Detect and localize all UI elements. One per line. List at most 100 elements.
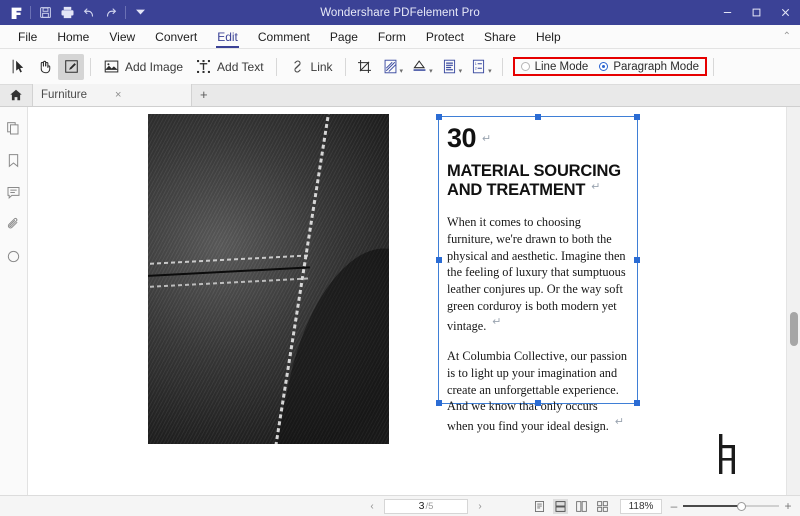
vertical-scrollbar[interactable] bbox=[786, 107, 800, 495]
line-mode-radio[interactable] bbox=[521, 62, 530, 71]
hand-tool-button[interactable] bbox=[32, 54, 58, 80]
add-image-button[interactable]: Add Image bbox=[97, 54, 189, 80]
ribbon-divider-4 bbox=[502, 58, 503, 76]
paragraph-mark-4: ↵ bbox=[615, 416, 624, 428]
qat-divider-2 bbox=[125, 6, 126, 19]
ribbon-divider-1 bbox=[90, 58, 91, 76]
document-paragraph-2[interactable]: At Columbia Collective, our passion is t… bbox=[439, 348, 637, 435]
document-tab-label: Furniture bbox=[41, 89, 87, 101]
add-text-button[interactable]: Add Text bbox=[189, 54, 269, 80]
chapter-number[interactable]: 30↵ bbox=[439, 117, 637, 152]
ribbon-divider-5 bbox=[713, 58, 714, 76]
menu-item-comment[interactable]: Comment bbox=[248, 25, 320, 49]
two-page-view-icon[interactable] bbox=[574, 499, 589, 514]
print-icon[interactable] bbox=[56, 2, 78, 23]
document-tab-furniture[interactable]: Furniture × bbox=[32, 84, 192, 106]
pdf-page[interactable]: 30↵ MATERIAL SOURCING AND TREATMENT↵ Whe… bbox=[71, 107, 771, 495]
maximize-button[interactable] bbox=[742, 0, 771, 25]
collapse-ribbon-icon[interactable]: ⌃ bbox=[783, 31, 791, 42]
link-button[interactable]: Link bbox=[283, 54, 339, 80]
stamp-panel-icon[interactable] bbox=[5, 247, 23, 265]
bookmark-panel-icon[interactable] bbox=[5, 151, 23, 169]
header-footer-icon bbox=[441, 58, 458, 75]
app-logo-icon bbox=[5, 2, 27, 23]
resize-handle-top-middle[interactable] bbox=[535, 114, 541, 120]
workspace: 30↵ MATERIAL SOURCING AND TREATMENT↵ Whe… bbox=[0, 107, 800, 495]
selected-text-block[interactable]: 30↵ MATERIAL SOURCING AND TREATMENT↵ Whe… bbox=[438, 116, 638, 404]
document-view-area[interactable]: 30↵ MATERIAL SOURCING AND TREATMENT↵ Whe… bbox=[28, 107, 800, 495]
document-paragraph-1[interactable]: When it comes to choosing furniture, we'… bbox=[439, 214, 637, 334]
bates-numbering-button[interactable]: 1 2 ▾ bbox=[466, 54, 496, 80]
menu-item-help[interactable]: Help bbox=[526, 25, 571, 49]
resize-handle-middle-left[interactable] bbox=[436, 257, 442, 263]
resize-handle-top-left[interactable] bbox=[436, 114, 442, 120]
chapter-number-value: 30 bbox=[447, 123, 476, 153]
resize-handle-top-right[interactable] bbox=[634, 114, 640, 120]
zoom-slider-knob[interactable] bbox=[737, 502, 746, 511]
page-number-input[interactable]: 3 /5 bbox=[384, 499, 468, 514]
watermark-button[interactable]: ▾ bbox=[407, 54, 437, 80]
left-panel-rail bbox=[0, 107, 28, 495]
menu-item-view[interactable]: View bbox=[99, 25, 145, 49]
edit-tool-button[interactable] bbox=[58, 54, 84, 80]
photo-stitch-horizontal-top bbox=[148, 255, 309, 266]
menu-item-share[interactable]: Share bbox=[474, 25, 526, 49]
resize-handle-bottom-middle[interactable] bbox=[535, 400, 541, 406]
add-text-label: Add Text bbox=[217, 60, 263, 74]
thumbnail-grid-view-icon[interactable] bbox=[595, 499, 610, 514]
previous-page-button[interactable]: ‹ bbox=[366, 501, 378, 512]
zoom-slider[interactable] bbox=[683, 501, 779, 512]
select-tool-button[interactable] bbox=[6, 54, 32, 80]
header-footer-button[interactable]: ▾ bbox=[437, 54, 467, 80]
page-navigator: ‹ 3 /5 › bbox=[366, 499, 486, 514]
menu-item-home[interactable]: Home bbox=[47, 25, 99, 49]
paragraph-mode-label[interactable]: Paragraph Mode bbox=[613, 61, 699, 73]
new-tab-button[interactable]: + bbox=[192, 84, 216, 106]
line-mode-label[interactable]: Line Mode bbox=[535, 61, 589, 73]
document-heading[interactable]: MATERIAL SOURCING AND TREATMENT↵ bbox=[439, 152, 637, 200]
attachment-panel-icon[interactable] bbox=[5, 215, 23, 233]
single-page-view-icon[interactable] bbox=[532, 499, 547, 514]
crop-button[interactable] bbox=[352, 54, 378, 80]
ribbon-divider-3 bbox=[345, 58, 346, 76]
menu-item-form[interactable]: Form bbox=[368, 25, 416, 49]
total-pages-value: /5 bbox=[425, 501, 433, 512]
menu-item-file[interactable]: File bbox=[8, 25, 47, 49]
undo-icon[interactable] bbox=[78, 2, 100, 23]
vertical-scrollbar-thumb[interactable] bbox=[790, 312, 798, 346]
window-controls bbox=[713, 0, 800, 25]
zoom-level-input[interactable]: 118% bbox=[620, 499, 662, 514]
header-footer-dropdown-caret[interactable]: ▾ bbox=[459, 67, 463, 75]
page-photo-leather[interactable] bbox=[148, 114, 389, 444]
watermark-dropdown-caret[interactable]: ▾ bbox=[429, 67, 433, 75]
background-dropdown-caret[interactable]: ▾ bbox=[400, 67, 404, 75]
background-button[interactable]: ▾ bbox=[378, 54, 408, 80]
save-icon[interactable] bbox=[34, 2, 56, 23]
link-icon bbox=[289, 58, 306, 75]
minimize-button[interactable] bbox=[713, 0, 742, 25]
paragraph-mark-2: ↵ bbox=[591, 181, 600, 193]
menu-item-page[interactable]: Page bbox=[320, 25, 368, 49]
thumbnails-panel-icon[interactable] bbox=[5, 119, 23, 137]
paragraph-mode-radio[interactable] bbox=[599, 62, 608, 71]
menu-item-edit[interactable]: Edit bbox=[207, 25, 248, 49]
quick-access-toolbar bbox=[0, 2, 151, 23]
menu-item-convert[interactable]: Convert bbox=[145, 25, 207, 49]
menu-item-protect[interactable]: Protect bbox=[416, 25, 474, 49]
close-tab-icon[interactable]: × bbox=[115, 89, 121, 101]
continuous-scroll-view-icon[interactable] bbox=[553, 499, 568, 514]
close-button[interactable] bbox=[771, 0, 800, 25]
redo-icon[interactable] bbox=[100, 2, 122, 23]
home-icon[interactable] bbox=[0, 84, 32, 106]
zoom-in-button[interactable]: + bbox=[784, 499, 792, 513]
resize-handle-bottom-left[interactable] bbox=[436, 400, 442, 406]
bates-numbering-dropdown-caret[interactable]: ▾ bbox=[488, 67, 492, 75]
svg-text:1: 1 bbox=[475, 62, 477, 66]
resize-handle-middle-right[interactable] bbox=[634, 257, 640, 263]
title-bar: Wondershare PDFelement Pro bbox=[0, 0, 800, 25]
customize-quick-access-icon[interactable] bbox=[129, 2, 151, 23]
zoom-out-button[interactable]: – bbox=[670, 499, 678, 513]
comment-panel-icon[interactable] bbox=[5, 183, 23, 201]
resize-handle-bottom-right[interactable] bbox=[634, 400, 640, 406]
next-page-button[interactable]: › bbox=[474, 501, 486, 512]
